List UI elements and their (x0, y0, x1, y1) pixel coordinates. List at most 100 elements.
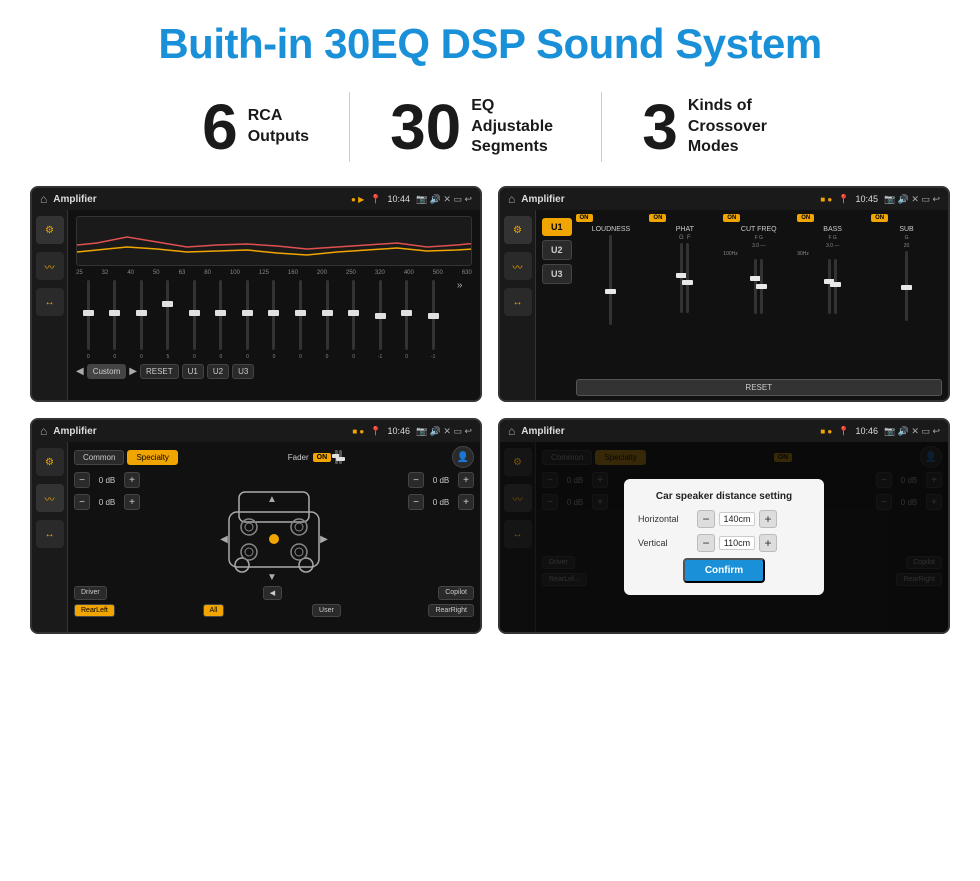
eq-u1-btn[interactable]: U1 (182, 364, 204, 379)
eq-slider-3[interactable]: 5 (156, 280, 181, 360)
amp-home-icon[interactable]: ⌂ (508, 192, 515, 206)
eq-slider-1[interactable]: 0 (103, 280, 128, 360)
eq-prev-btn[interactable]: ◀ (76, 366, 84, 377)
svg-text:◀: ◀ (220, 534, 228, 545)
fader-all-btn[interactable]: All (203, 604, 225, 617)
fader-tabs: Common Specialty (74, 450, 178, 465)
amp-phat-col: ON PHAT G F (649, 214, 720, 375)
fader-db4-plus[interactable]: + (458, 494, 474, 510)
fader-db1-minus[interactable]: − (74, 472, 90, 488)
eq-next-btn[interactable]: ▶ (129, 366, 137, 377)
eq-sidebar-btn-3[interactable]: ↔ (36, 288, 64, 316)
eq-slider-12[interactable]: 0 (394, 280, 419, 360)
amp-u2-btn[interactable]: U2 (542, 240, 572, 260)
fader-label-area: Fader ON (288, 450, 342, 464)
eq-slider-0[interactable]: 0 (76, 280, 101, 360)
fader-copilot-btn[interactable]: Copilot (438, 586, 474, 600)
amp-phat-toggle[interactable]: ON (649, 214, 666, 222)
eq-slider-13[interactable]: -1 (421, 280, 446, 360)
eq-freq-labels: 253240506380100125160200250320400500630 (76, 270, 472, 276)
eq-status-dots: ● ▶ (351, 195, 364, 204)
fader-left-btn[interactable]: ◀ (263, 586, 282, 600)
fader-arrow-btns: ◀ (263, 586, 282, 600)
eq-slider-11[interactable]: -1 (368, 280, 393, 360)
eq-sidebar-btn-2[interactable]: 〰 (36, 252, 64, 280)
amp-u1-btn[interactable]: U1 (542, 218, 572, 236)
fader-db2-minus[interactable]: − (74, 494, 90, 510)
dialog-horizontal-value: 140cm (719, 512, 755, 526)
eq-slider-7[interactable]: 0 (262, 280, 287, 360)
home-icon[interactable]: ⌂ (40, 192, 47, 206)
stat-crossover: 3 Kinds ofCrossover Modes (602, 95, 818, 159)
stat-eq-number: 30 (390, 95, 461, 159)
fader-db3-minus[interactable]: − (408, 472, 424, 488)
svg-text:▲: ▲ (267, 494, 277, 505)
eq-status-icons: 📷 🔊 ✕ ▭ ↩ (416, 194, 472, 205)
fader-time: 10:46 (387, 426, 410, 436)
dialog-horizontal-plus[interactable]: + (759, 510, 777, 528)
eq-slider-9[interactable]: 0 (315, 280, 340, 360)
eq-time: 10:44 (387, 194, 410, 204)
amp-cutfreq-toggle[interactable]: ON (723, 214, 740, 222)
fader-db4-minus[interactable]: − (408, 494, 424, 510)
eq-slider-10[interactable]: 0 (341, 280, 366, 360)
fader-rearright-btn[interactable]: RearRight (428, 604, 474, 617)
dialog-vertical-plus[interactable]: + (759, 534, 777, 552)
fader-on-badge: ON (313, 453, 332, 462)
amp-reset-btn[interactable]: RESET (576, 379, 942, 396)
eq-screen: ⌂ Amplifier ● ▶ 📍 10:44 📷 🔊 ✕ ▭ ↩ ⚙ 〰 ↔ (30, 186, 482, 402)
amp-sub-toggle[interactable]: ON (871, 214, 888, 222)
eq-slider-4[interactable]: 0 (182, 280, 207, 360)
fader-mini-sliders (335, 450, 342, 464)
amp-main-area: U1 U2 U3 ON LOUDNESS (536, 210, 948, 400)
fader-tab-common[interactable]: Common (74, 450, 124, 465)
eq-slider-8[interactable]: 0 (288, 280, 313, 360)
eq-slider-2[interactable]: 0 (129, 280, 154, 360)
amp-status-bar: ⌂ Amplifier ■ ● 📍 10:45 📷 🔊 ✕ ▭ ↩ (500, 188, 948, 210)
eq-curve-svg (77, 217, 471, 265)
fader-db-row-3: − 0 dB + (408, 472, 474, 488)
amp-bass-toggle[interactable]: ON (797, 214, 814, 222)
fader-bottom-row-2: RearLeft All User RearRight (74, 604, 474, 617)
dialog-vertical-value: 110cm (719, 536, 755, 550)
eq-content: ⚙ 〰 ↔ 2532405063801001251602002503204005… (32, 210, 480, 400)
fader-person-icon[interactable]: 👤 (452, 446, 474, 468)
dialog-vertical-minus[interactable]: − (697, 534, 715, 552)
fader-sidebar-btn-2[interactable]: 〰 (36, 484, 64, 512)
dialog-screen: ⌂ Amplifier ■ ● 📍 10:46 📷 🔊 ✕ ▭ ↩ ⚙ 〰 ↔ (498, 418, 950, 634)
fader-tab-specialty[interactable]: Specialty (127, 450, 177, 465)
dialog-confirm-button[interactable]: Confirm (683, 558, 765, 583)
fader-status-icons: 📷 🔊 ✕ ▭ ↩ (416, 426, 472, 437)
fader-db2-plus[interactable]: + (124, 494, 140, 510)
fader-db1-plus[interactable]: + (124, 472, 140, 488)
amp-content: ⚙ 〰 ↔ U1 U2 U3 ON (500, 210, 948, 400)
fader-sidebar-btn-1[interactable]: ⚙ (36, 448, 64, 476)
dialog-status-dots: ■ ● (820, 427, 832, 436)
fader-db3-plus[interactable]: + (458, 472, 474, 488)
svg-text:▼: ▼ (267, 572, 277, 582)
amp-sidebar-btn-2[interactable]: 〰 (504, 252, 532, 280)
eq-slider-expand[interactable]: » (447, 280, 472, 360)
amp-u3-btn[interactable]: U3 (542, 264, 572, 284)
fader-driver-btn[interactable]: Driver (74, 586, 107, 600)
fader-rearleft-btn[interactable]: RearLeft (74, 604, 115, 617)
fader-user-btn[interactable]: User (312, 604, 341, 617)
eq-u3-btn[interactable]: U3 (232, 364, 254, 379)
dialog-title: Car speaker distance setting (638, 491, 810, 502)
eq-slider-5[interactable]: 0 (209, 280, 234, 360)
amp-cutfreq-label: CUT FREQ (723, 226, 794, 233)
amp-loudness-toggle[interactable]: ON (576, 214, 593, 222)
fader-sidebar-btn-3[interactable]: ↔ (36, 520, 64, 548)
amp-sidebar-btn-1[interactable]: ⚙ (504, 216, 532, 244)
eq-u2-btn[interactable]: U2 (207, 364, 229, 379)
dialog-home-icon[interactable]: ⌂ (508, 424, 515, 438)
eq-reset-btn[interactable]: RESET (140, 364, 179, 379)
amp-loudness-label: LOUDNESS (576, 226, 647, 233)
fader-left-controls: − 0 dB + − 0 dB + (74, 472, 140, 582)
eq-app-label: Amplifier (53, 194, 345, 205)
amp-sidebar-btn-3[interactable]: ↔ (504, 288, 532, 316)
fader-home-icon[interactable]: ⌂ (40, 424, 47, 438)
eq-slider-6[interactable]: 0 (235, 280, 260, 360)
eq-sidebar-btn-1[interactable]: ⚙ (36, 216, 64, 244)
dialog-horizontal-minus[interactable]: − (697, 510, 715, 528)
